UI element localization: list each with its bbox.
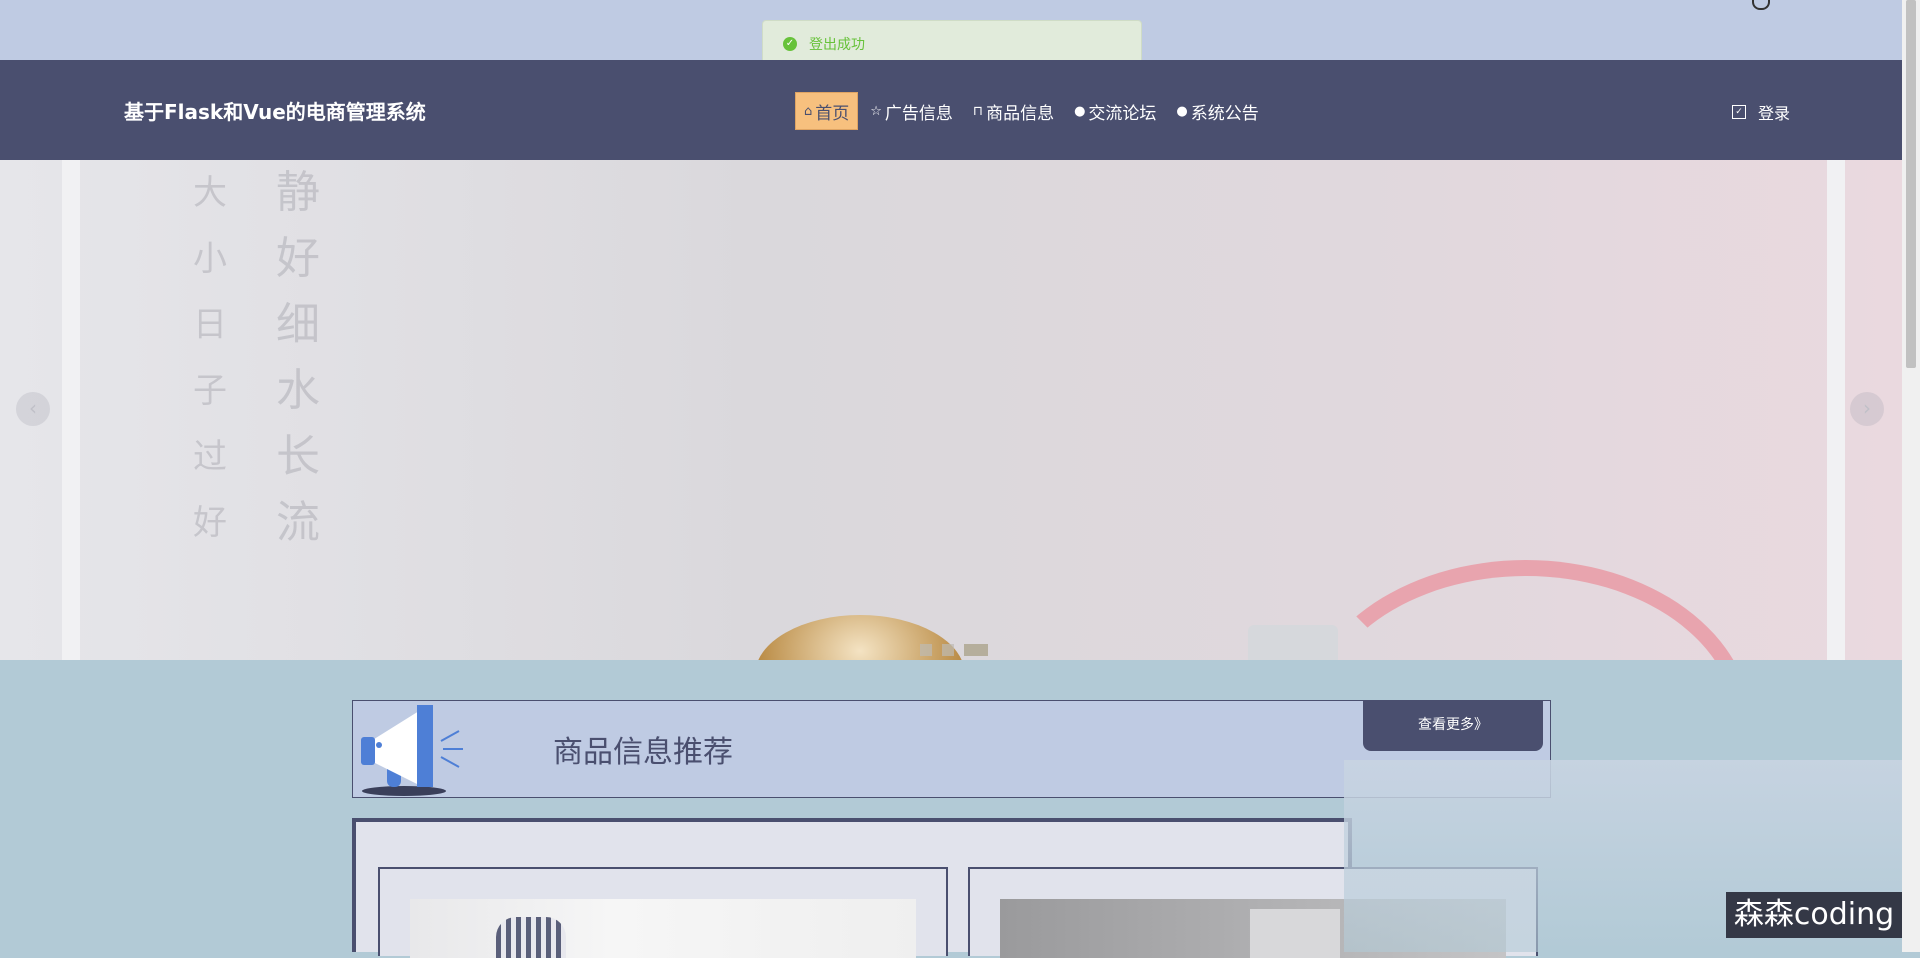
success-icon: ✓ — [783, 36, 797, 51]
menu-item-label: 商品信息 — [986, 103, 1055, 124]
login-link[interactable]: ✓ 登录 — [1732, 100, 1790, 124]
scrollbar-thumb[interactable] — [1906, 0, 1916, 368]
menu-item-label: 系统公告 — [1190, 103, 1259, 124]
menu-item-label: 广告信息 — [884, 103, 953, 124]
menu-item-forum[interactable]: ● 交流论坛 — [1066, 93, 1164, 129]
next-arrow-icon[interactable]: › — [1850, 392, 1884, 426]
question-icon: ● — [1176, 103, 1188, 119]
star-icon: ☆ — [870, 103, 882, 119]
navbar: 基于Flask和Vue的电商管理系统 ⌂ 首页 ☆ 广告信息 ⊓ 商品信息 ● … — [0, 60, 1902, 160]
frame-right — [1827, 160, 1845, 660]
prev-arrow-icon[interactable]: ‹ — [16, 392, 50, 426]
info-icon: ● — [1074, 103, 1086, 119]
carousel-dot-active[interactable] — [964, 644, 988, 656]
cable-image — [1300, 560, 1752, 660]
menu-item-label: 交流论坛 — [1088, 103, 1157, 124]
carousel-indicators — [920, 644, 988, 656]
frame-left — [62, 160, 80, 660]
site-brand[interactable]: 基于Flask和Vue的电商管理系统 — [124, 96, 426, 125]
toast-text: 登出成功 — [809, 36, 865, 53]
menu-item-home[interactable]: ⌂ 首页 — [795, 92, 859, 130]
product-list — [352, 818, 1538, 958]
carousel-dot[interactable] — [920, 644, 932, 656]
home-icon: ⌂ — [804, 103, 813, 119]
bag-icon: ⊓ — [972, 103, 984, 119]
menu-item-ads[interactable]: ☆ 广告信息 — [862, 93, 961, 129]
scrollbar[interactable] — [1902, 0, 1920, 952]
product-image — [410, 899, 916, 958]
banner-carousel[interactable]: 大小日子过好 静好细水长流 ‹ › — [0, 160, 1902, 660]
menu-item-notice[interactable]: ● 系统公告 — [1168, 93, 1266, 129]
menu-item-label: 首页 — [815, 103, 850, 124]
view-more-button[interactable]: 查看更多》 — [1363, 701, 1543, 751]
banner-text-column: 大小日子过好 — [193, 173, 227, 543]
menu-item-products[interactable]: ⊓ 商品信息 — [965, 93, 1062, 129]
main-menu: ⌂ 首页 ☆ 广告信息 ⊓ 商品信息 ● 交流论坛 ● 系统公告 — [795, 92, 1271, 130]
bottle-image — [1248, 625, 1338, 660]
carousel-dot[interactable] — [942, 644, 954, 656]
watermark: 森森coding — [1726, 892, 1902, 938]
banner-text-column: 静好细水长流 — [276, 167, 320, 548]
section-title: 商品信息推荐 — [553, 735, 733, 770]
product-card[interactable] — [378, 867, 948, 958]
checkbox-icon: ✓ — [1732, 105, 1746, 119]
megaphone-icon — [361, 705, 463, 796]
login-label: 登录 — [1758, 104, 1791, 123]
